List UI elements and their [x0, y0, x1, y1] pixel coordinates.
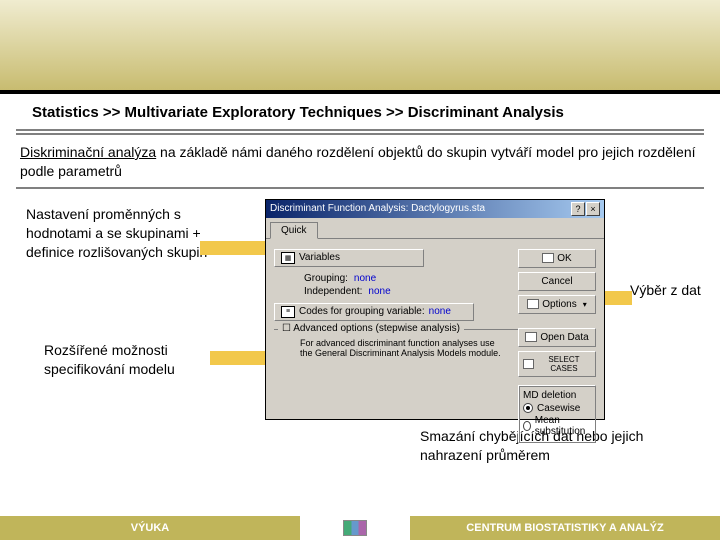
open-icon [525, 332, 537, 342]
tab-quick[interactable]: Quick [270, 222, 318, 239]
radio-dot-icon [523, 421, 531, 431]
divider [16, 187, 704, 189]
variables-icon: ▦ [281, 252, 295, 264]
grouping-value: none [354, 273, 376, 284]
footer-logo-area [300, 516, 410, 540]
grouping-label: Grouping: [304, 273, 348, 284]
codes-value: none [429, 306, 451, 317]
note-data-select: Výběr z dat [630, 281, 710, 300]
cba-logo-icon [343, 520, 367, 536]
select-cases-button[interactable]: SELECT CASES [518, 351, 596, 377]
description-text: Diskriminační analýza na základě námi da… [0, 137, 720, 187]
right-button-column: OK Cancel Options Open Data SELECT CASES… [518, 249, 596, 443]
select-icon [523, 359, 534, 369]
arrow-icon [210, 351, 270, 365]
cancel-button[interactable]: Cancel [518, 272, 596, 291]
radio-mean[interactable]: Mean substitution [523, 415, 591, 437]
divider [16, 129, 704, 131]
note-advanced: Rozšířené možnosti specifikování modelu [44, 341, 224, 379]
open-data-button[interactable]: Open Data [518, 328, 596, 347]
breadcrumb: Statistics >> Multivariate Exploratory T… [0, 94, 720, 129]
codes-label: Codes for grouping variable: [299, 306, 425, 317]
close-icon[interactable]: × [586, 202, 600, 216]
independent-value: none [368, 286, 390, 297]
codes-icon: ≡ [281, 306, 295, 318]
arrow-icon [200, 241, 270, 255]
description-underline: Diskriminační analýza [20, 144, 156, 160]
radio-casewise[interactable]: Casewise [523, 403, 591, 414]
content-area: Nastavení proměnných s hodnotami a se sk… [0, 191, 720, 481]
tab-strip: Quick [266, 218, 604, 239]
variables-label: Variables [299, 252, 340, 263]
radio-dot-icon [523, 403, 533, 413]
divider [16, 133, 704, 135]
variables-button[interactable]: ▦ Variables [274, 249, 424, 267]
discriminant-dialog: Discriminant Function Analysis: Dactylog… [265, 199, 605, 420]
header-band [0, 0, 720, 90]
md-deletion-group: MD deletion Casewise Mean substitution [518, 385, 596, 443]
ok-button[interactable]: OK [518, 249, 596, 268]
advanced-checkbox-label[interactable]: ☐ Advanced options (stepwise analysis) [278, 323, 464, 334]
dialog-title: Discriminant Function Analysis: Dactylog… [270, 203, 485, 214]
dialog-titlebar: Discriminant Function Analysis: Dactylog… [266, 200, 604, 218]
options-button[interactable]: Options [518, 295, 596, 314]
note-variables: Nastavení proměnných s hodnotami a se sk… [26, 205, 226, 262]
ok-icon [542, 253, 554, 263]
md-deletion-label: MD deletion [523, 390, 591, 401]
footer-left: VÝUKA [0, 516, 300, 540]
help-icon[interactable]: ? [571, 202, 585, 216]
options-icon [527, 299, 539, 309]
titlebar-buttons: ? × [571, 202, 600, 216]
codes-button[interactable]: ≡ Codes for grouping variable: none [274, 303, 474, 321]
independent-label: Independent: [304, 286, 362, 297]
dialog-body: ▦ Variables Grouping: none Independent: … [266, 239, 604, 419]
footer: VÝUKA CENTRUM BIOSTATISTIKY A ANALÝZ [0, 516, 720, 540]
footer-right: CENTRUM BIOSTATISTIKY A ANALÝZ [410, 516, 720, 540]
